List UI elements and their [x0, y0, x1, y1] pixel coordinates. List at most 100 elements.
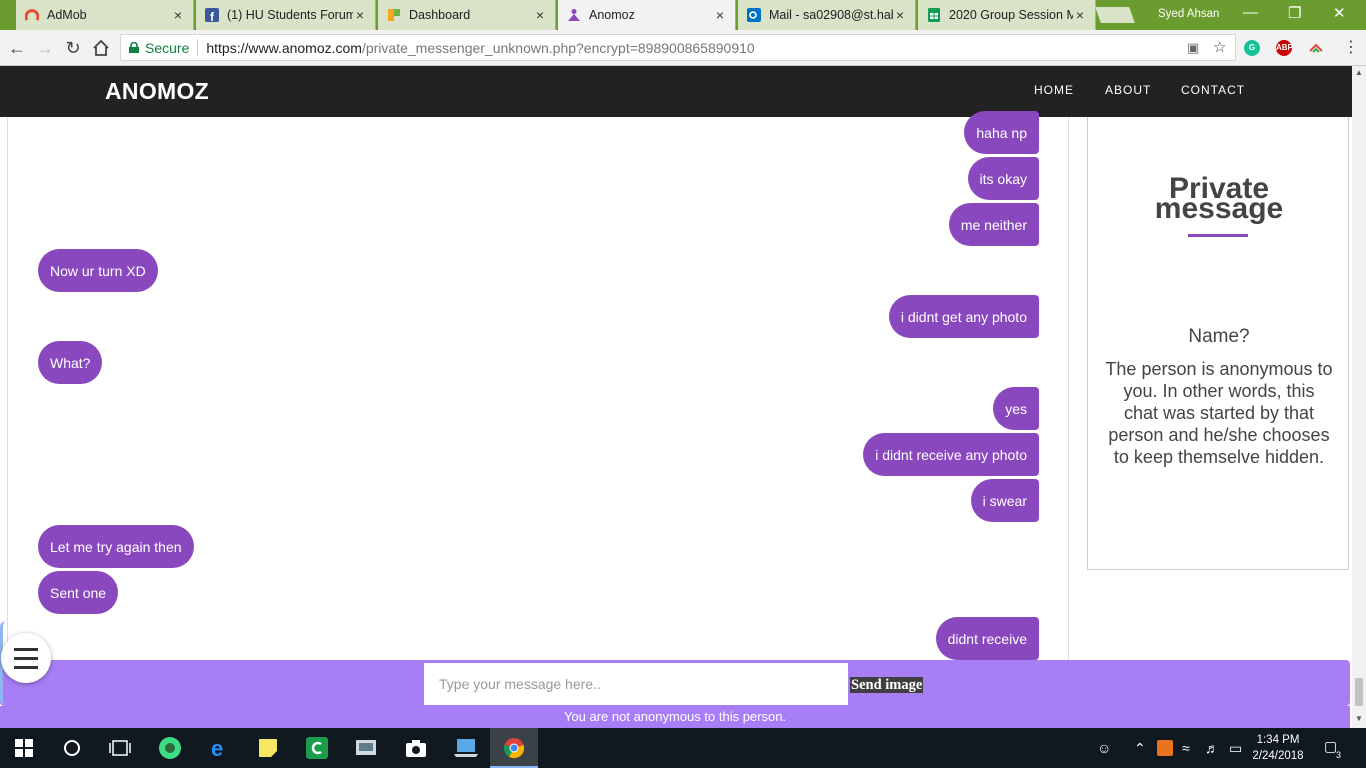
dashboard-icon	[386, 7, 402, 23]
windows-taskbar: e ☺ ⌃ ≈ ♬ ▭ 1:34 PM 2/24/2018 ▢ 3	[0, 728, 1366, 768]
tab-label: (1) HU Students Forum	[227, 8, 353, 22]
volume-icon[interactable]: ♬	[1205, 740, 1219, 756]
nav-home-link[interactable]: HOME	[1034, 83, 1074, 97]
separator	[197, 39, 199, 56]
message-bubble-sent: haha np	[964, 111, 1039, 154]
back-icon[interactable]: ←	[6, 37, 28, 59]
nav-about-link[interactable]: ABOUT	[1105, 83, 1151, 97]
tab-group-session[interactable]: 2020 Group Session M ×	[918, 0, 1096, 30]
close-icon[interactable]: ×	[171, 7, 185, 23]
title-underline	[1188, 234, 1248, 237]
private-message-title: Private message	[1088, 174, 1350, 225]
tab-label: Dashboard	[409, 8, 471, 22]
message-bubble-sent: didnt receive	[935, 617, 1039, 660]
profile-name[interactable]: Syed Ahsan	[1158, 8, 1219, 20]
lock-icon	[129, 42, 139, 53]
scroll-up-icon[interactable]: ▲	[1352, 68, 1366, 77]
camera-icon[interactable]	[404, 736, 428, 760]
clock-time: 1:34 PM	[1256, 734, 1300, 746]
grammarly-icon[interactable]: G	[1244, 40, 1260, 56]
page-scrollbar[interactable]: ▲ ▼	[1352, 66, 1366, 728]
close-icon[interactable]: ×	[533, 7, 547, 23]
private-message-info-card: Private message Name? The person is anon…	[1087, 117, 1349, 570]
extension-icon[interactable]	[1308, 40, 1324, 56]
send-image-button[interactable]: Send image	[850, 677, 924, 693]
home-icon[interactable]	[90, 37, 112, 59]
browser-tab-strip: AdMob × f (1) HU Students Forum × Dashbo…	[0, 0, 1366, 30]
site-navbar: ANOMOZ HOME ABOUT CONTACT	[0, 66, 1352, 117]
message-bubble-sent: i didnt get any photo	[888, 295, 1039, 338]
close-icon[interactable]: ×	[1073, 7, 1087, 23]
bookmark-star-icon[interactable]: ☆	[1213, 38, 1226, 56]
message-bubble-received: Sent one	[38, 571, 119, 614]
page-content: haha np its okay me neither Now ur turn …	[0, 111, 1352, 728]
message-input[interactable]	[424, 663, 848, 705]
clock-date: 2/24/2018	[1252, 750, 1304, 762]
name-label: Name?	[1188, 326, 1250, 347]
site-brand[interactable]: ANOMOZ	[105, 78, 209, 105]
window-close-icon[interactable]: ✕	[1333, 4, 1346, 22]
message-bubble-received: Let me try again then	[38, 525, 194, 568]
battery-icon[interactable]: ▭	[1229, 740, 1242, 757]
nav-contact-link[interactable]: CONTACT	[1181, 83, 1245, 97]
tab-label: 2020 Group Session M	[949, 8, 1073, 22]
hamburger-icon	[14, 647, 38, 651]
message-bubble-sent: me neither	[948, 203, 1039, 246]
secure-indicator[interactable]: Secure	[129, 40, 189, 56]
camtasia-icon[interactable]	[305, 736, 329, 760]
close-icon[interactable]: ×	[713, 7, 727, 23]
message-bubble-sent: yes	[993, 387, 1039, 430]
taskbar-clock[interactable]: 1:34 PM 2/24/2018	[1248, 732, 1308, 764]
svg-text:e: e	[211, 737, 223, 759]
admob-icon	[24, 7, 40, 23]
message-bubble-sent: i swear	[970, 479, 1039, 522]
chat-panel: haha np its okay me neither Now ur turn …	[7, 111, 1069, 662]
url-host: https://www.anomoz.com	[206, 39, 362, 56]
android-studio-icon[interactable]	[158, 736, 182, 760]
menu-kebab-icon[interactable]: ⋮	[1340, 37, 1362, 59]
new-tab-button[interactable]	[1095, 7, 1135, 23]
message-bubble-sent: i didnt receive any photo	[863, 433, 1039, 476]
windows-start-icon[interactable]	[12, 736, 36, 760]
tab-mail[interactable]: Mail - sa02908@st.hab ×	[738, 0, 916, 30]
chrome-icon[interactable]	[502, 736, 526, 760]
facebook-icon: f	[204, 7, 220, 23]
tab-hu-students-forum[interactable]: f (1) HU Students Forum ×	[196, 0, 376, 30]
forward-icon[interactable]: →	[34, 37, 56, 59]
blocked-popup-icon[interactable]: ▣	[1187, 40, 1199, 56]
adblock-plus-icon[interactable]: ABP	[1276, 40, 1293, 56]
scroll-down-icon[interactable]: ▼	[1352, 714, 1366, 723]
edge-icon[interactable]: e	[208, 736, 232, 760]
tab-dashboard[interactable]: Dashboard ×	[378, 0, 556, 30]
laptop-app-icon[interactable]	[454, 736, 478, 760]
tab-admob[interactable]: AdMob ×	[16, 0, 194, 30]
address-bar[interactable]: Secure https://www.anomoz.com/private_me…	[120, 34, 1236, 61]
show-hidden-icons-chevron-up-icon[interactable]: ⌃	[1134, 740, 1146, 757]
tab-label: AdMob	[47, 8, 87, 22]
people-icon[interactable]: ☺	[1097, 740, 1111, 756]
tray-app-icon[interactable]	[1157, 740, 1173, 756]
sticky-notes-icon[interactable]	[256, 736, 280, 760]
message-bubble-received: Now ur turn XD	[38, 249, 158, 292]
scrollbar-thumb[interactable]	[1355, 678, 1363, 706]
control-panel-icon[interactable]	[354, 736, 378, 760]
restore-icon[interactable]: ❐	[1288, 4, 1301, 22]
close-icon[interactable]: ×	[893, 7, 907, 23]
reload-icon[interactable]: ↻	[62, 37, 84, 59]
hamburger-menu-button[interactable]	[1, 633, 51, 683]
task-view-icon[interactable]	[108, 736, 132, 760]
address-toolbar: ← → ↻ Secure https://www.anomoz.com/priv…	[0, 30, 1366, 66]
close-icon[interactable]: ×	[353, 7, 367, 23]
tab-anomoz[interactable]: Anomoz ×	[558, 0, 736, 30]
tab-label: Mail - sa02908@st.hab	[769, 8, 893, 22]
anonymity-description: The person is anonymous to you. In other…	[1105, 359, 1333, 467]
anonymity-notice: You are not anonymous to this person.	[0, 706, 1350, 728]
anomoz-icon	[566, 7, 582, 23]
title-line-2: message	[1154, 192, 1284, 225]
wifi-icon[interactable]: ≈	[1182, 740, 1190, 756]
outlook-icon	[746, 7, 762, 23]
search-icon[interactable]	[60, 736, 84, 760]
message-bubble-sent: its okay	[967, 157, 1039, 200]
minimize-icon[interactable]: —	[1243, 4, 1258, 21]
tab-label: Anomoz	[589, 8, 635, 22]
